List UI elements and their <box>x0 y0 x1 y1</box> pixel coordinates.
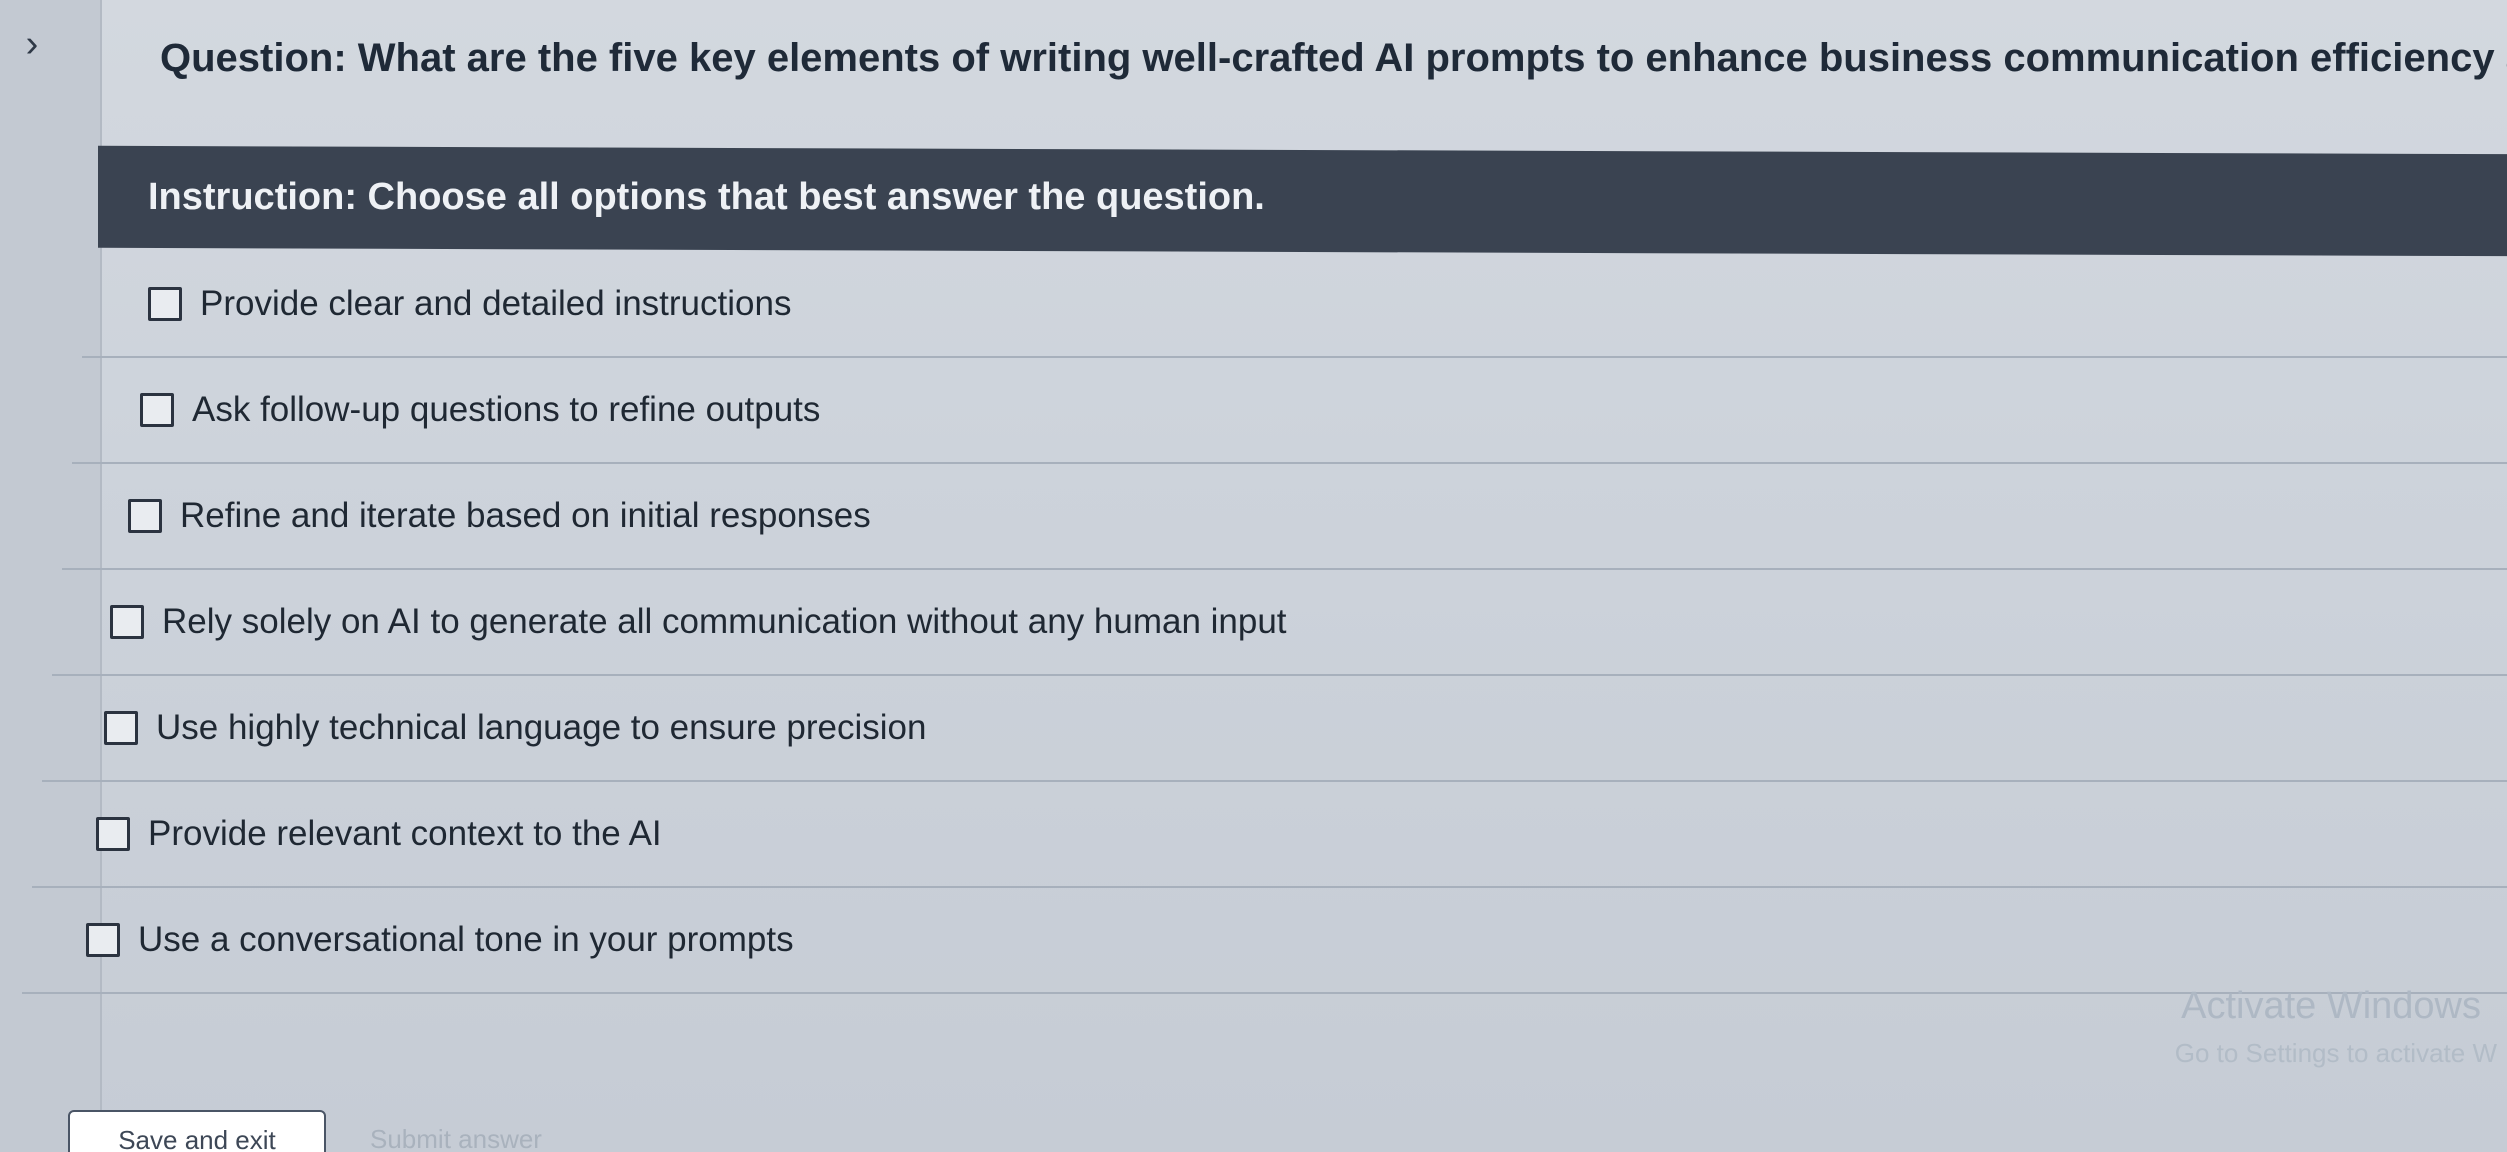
option-row[interactable]: Rely solely on AI to generate all commun… <box>52 570 2507 676</box>
checkbox[interactable] <box>140 393 174 427</box>
instruction-text: Instruction: Choose all options that bes… <box>148 176 1265 218</box>
option-row[interactable]: Use a conversational tone in your prompt… <box>22 888 2507 994</box>
submit-answer-button[interactable]: Submit answer <box>370 1124 542 1152</box>
checkbox[interactable] <box>86 923 120 957</box>
option-row[interactable]: Refine and iterate based on initial resp… <box>62 464 2507 570</box>
question-text: Question: What are the five key elements… <box>160 36 2507 80</box>
option-label: Rely solely on AI to generate all commun… <box>162 602 1287 641</box>
option-label: Provide relevant context to the AI <box>148 814 662 853</box>
checkbox[interactable] <box>104 711 138 745</box>
option-label: Refine and iterate based on initial resp… <box>180 496 871 535</box>
activate-windows-subtitle: Go to Settings to activate W <box>2174 1038 2497 1068</box>
option-row[interactable]: Ask follow-up questions to refine output… <box>72 358 2507 464</box>
option-label: Use highly technical language to ensure … <box>156 708 927 747</box>
option-label: Provide clear and detailed instructions <box>200 284 792 323</box>
save-and-exit-button[interactable]: Save and exit <box>68 1110 326 1152</box>
checkbox[interactable] <box>148 287 182 321</box>
checkbox[interactable] <box>110 605 144 639</box>
chevron-right-icon[interactable]: › <box>12 24 52 64</box>
option-row[interactable]: Provide clear and detailed instructions <box>82 252 2507 358</box>
quiz-screen: › Question: What are the five key elemen… <box>0 0 2507 1152</box>
checkbox[interactable] <box>96 817 130 851</box>
option-label: Ask follow-up questions to refine output… <box>192 390 821 429</box>
option-label: Use a conversational tone in your prompt… <box>138 920 794 959</box>
activate-windows-title: Activate Windows <box>2181 985 2481 1027</box>
option-row[interactable]: Provide relevant context to the AI <box>32 782 2507 888</box>
checkbox[interactable] <box>128 499 162 533</box>
option-row[interactable]: Use highly technical language to ensure … <box>42 676 2507 782</box>
